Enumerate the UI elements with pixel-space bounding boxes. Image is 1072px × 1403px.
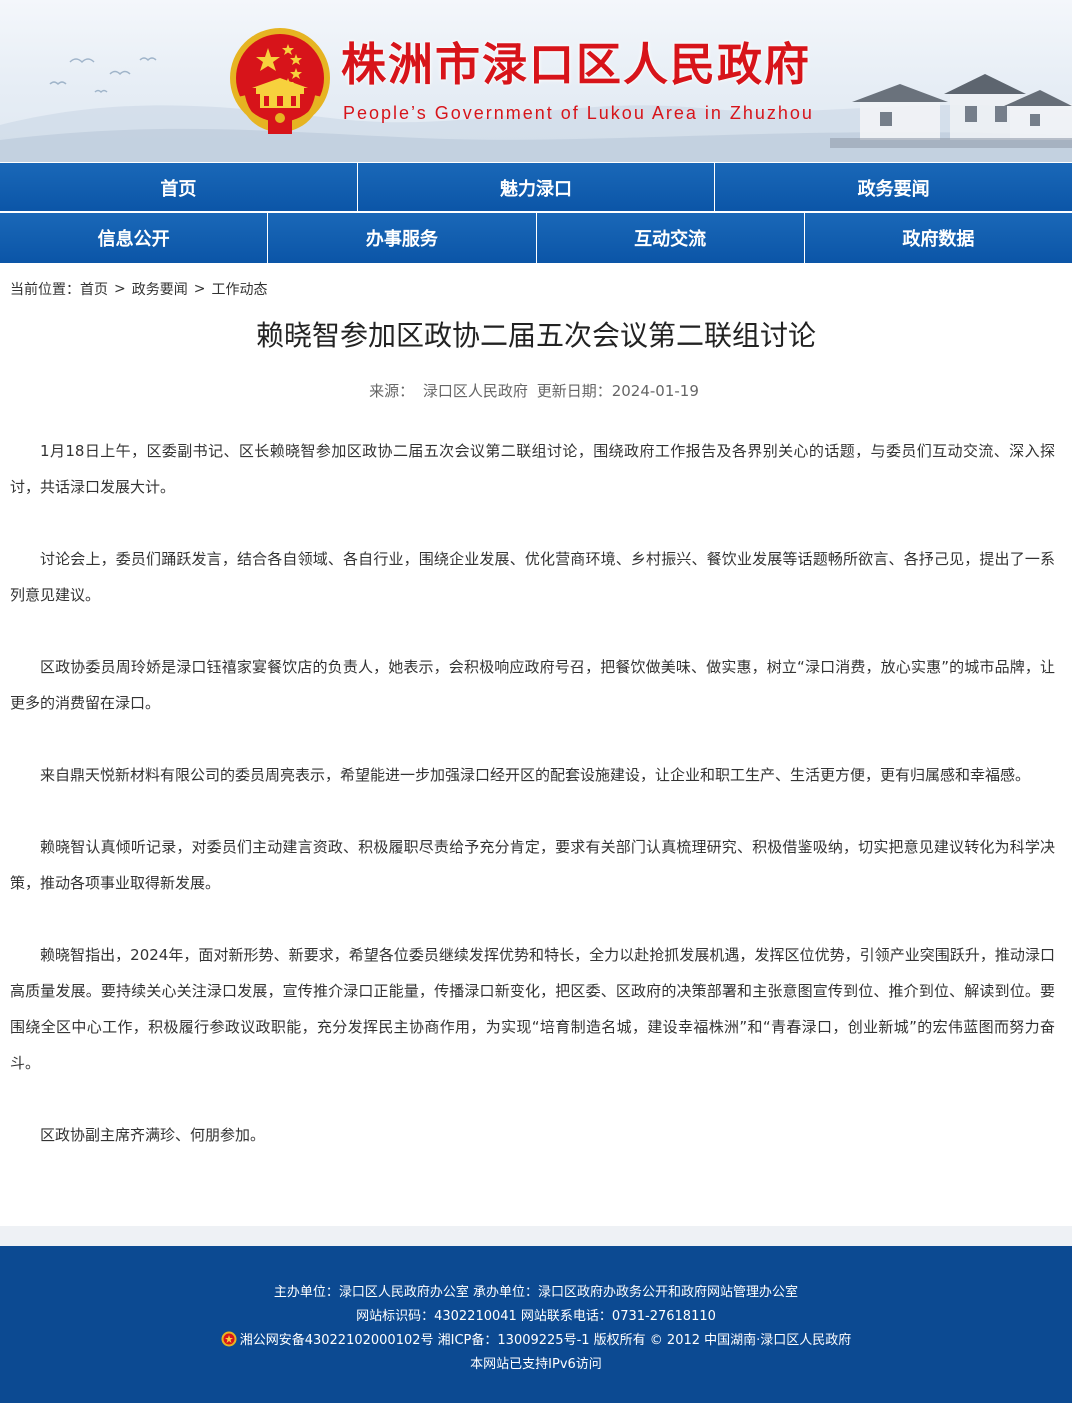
nav-item-charm-lukou[interactable]: 魅力渌口 [358, 163, 716, 212]
header-banner: 株洲市渌口区人民政府 People’s Government of Lukou … [0, 0, 1072, 162]
article-paragraph: 赖晓智指出，2024年，面对新形势、新要求，希望各位委员继续发挥优势和特长，全力… [10, 946, 1055, 1072]
nav-item-gov-data[interactable]: 政府数据 [805, 213, 1072, 263]
article-meta: 来源： 渌口区人民政府 更新日期：2024-01-19 [0, 380, 1072, 401]
nav-item-government-news[interactable]: 政务要闻 [715, 163, 1072, 212]
article-body: 1月18日上午，区委副书记、区长赖晓智参加区政协二届五次会议第二联组讨论，围绕政… [10, 433, 1055, 1189]
police-badge-icon[interactable] [221, 1331, 237, 1347]
footer-record-text[interactable]: 湘公网安备43022102000102号 湘ICP备：13009225号-1 版… [240, 1333, 852, 1348]
national-emblem-icon [230, 28, 330, 134]
breadcrumb-prefix: 当前位置： [10, 282, 80, 298]
footer-ipv6: 本网站已支持IPv6访问 [470, 1357, 602, 1372]
breadcrumb-separator: > [193, 281, 206, 297]
source-label: 来源： [369, 382, 415, 400]
breadcrumb: 当前位置： 首页 > 政务要闻 > 工作动态 [10, 279, 267, 299]
article-paragraph: 来自鼎天悦新材料有限公司的委员周亮表示，希望能进一步加强渌口经开区的配套设施建设… [40, 766, 1031, 784]
nav-row-secondary: 信息公开 办事服务 互动交流 政府数据 [0, 213, 1072, 263]
footer-site-id: 网站标识码：4302210041 网站联系电话：0731-27618110 [356, 1309, 716, 1324]
nav-item-home[interactable]: 首页 [0, 163, 358, 212]
article-paragraph: 区政协副主席齐满珍、何朋参加。 [40, 1126, 266, 1144]
article-title: 赖晓智参加区政协二届五次会议第二联组讨论 [255, 319, 816, 352]
source-value: 渌口区人民政府 [422, 382, 528, 400]
article-paragraph: 讨论会上，委员们踊跃发言，结合各自领域、各自行业，围绕企业发展、优化营商环境、乡… [10, 550, 1055, 604]
date-label: 更新日期： [536, 382, 612, 400]
footer-spacer [0, 1226, 1072, 1246]
nav-item-interaction[interactable]: 互动交流 [537, 213, 805, 263]
article-paragraph: 1月18日上午，区委副书记、区长赖晓智参加区政协二届五次会议第二联组讨论，围绕政… [10, 442, 1055, 496]
date-value: 2024-01-19 [611, 382, 699, 400]
footer-record: 湘公网安备43022102000102号 湘ICP备：13009225号-1 版… [0, 1329, 1072, 1348]
breadcrumb-news-link[interactable]: 政务要闻 [132, 279, 188, 299]
site-title[interactable]: 株洲市渌口区人民政府 [341, 42, 811, 87]
breadcrumb-work-updates-link[interactable]: 工作动态 [211, 279, 267, 299]
footer-organizer: 主办单位：渌口区人民政府办公室 承办单位：渌口区政府办政务公开和政府网站管理办公… [273, 1285, 799, 1300]
nav-row-primary: 首页 魅力渌口 政务要闻 [0, 162, 1072, 212]
breadcrumb-home-link[interactable]: 首页 [80, 279, 108, 299]
article-paragraph: 赖晓智认真倾听记录，对委员们主动建言资政、积极履职尽责给予充分肯定，要求有关部门… [10, 838, 1055, 892]
nav-item-services[interactable]: 办事服务 [268, 213, 537, 263]
breadcrumb-separator: > [114, 281, 126, 297]
site-footer: 主办单位：渌口区人民政府办公室 承办单位：渌口区政府办政务公开和政府网站管理办公… [0, 1246, 1072, 1403]
site-subtitle: People’s Government of Lukou Area in Zhu… [343, 103, 814, 123]
nav-item-info-disclosure[interactable]: 信息公开 [0, 213, 269, 263]
article-paragraph: 区政协委员周玲娇是渌口钰禧家宴餐饮店的负责人，她表示，会积极响应政府号召，把餐饮… [10, 658, 1055, 712]
